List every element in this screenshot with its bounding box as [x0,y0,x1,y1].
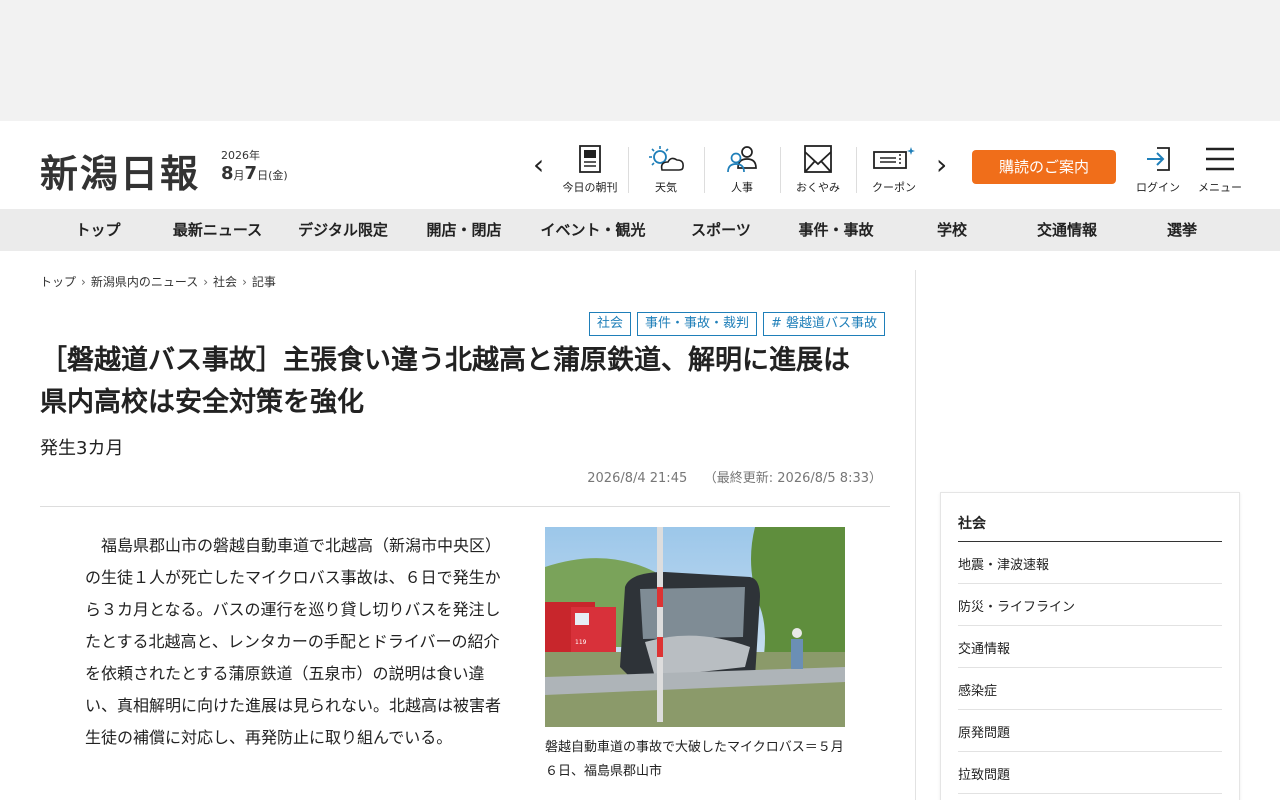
menu-button[interactable]: メニュー [1190,144,1250,195]
svg-text:119: 119 [575,639,587,646]
nav-events-tourism[interactable]: イベント・観光 [530,209,656,251]
breadcrumb-local-news[interactable]: 新潟県内のニュース [91,275,198,289]
nav-election[interactable]: 選挙 [1152,209,1212,251]
sidebar-item-traffic[interactable]: 交通情報 [958,626,1222,668]
breadcrumb-current: 記事 [251,275,276,289]
article-body: 福島県郡山市の磐越自動車道で北越高（新潟市中央区）の生徒１人が死亡したマイクロバ… [85,536,502,747]
date-monthday: 8月7日(金) [221,163,288,184]
nav-traffic[interactable]: 交通情報 [1022,209,1112,251]
nav-store-open-close[interactable]: 開店・閉店 [414,209,514,251]
nav-school[interactable]: 学校 [922,209,982,251]
header-date: 2026年 8月7日(金) [221,150,288,183]
sidebar-ad [940,270,1240,480]
newspaper-icon [579,145,601,173]
site-logo[interactable]: 新潟日報 [40,143,200,198]
coupon-link[interactable]: クーポン [856,144,932,195]
headline-divider [40,506,890,507]
breadcrumb: トップ › 新潟県内のニュース › 社会 › 記事 [40,275,276,289]
nav-sports[interactable]: スポーツ [676,209,766,251]
tag-incidents-trials[interactable]: 事件・事故・裁判 [636,312,757,336]
breadcrumb-top[interactable]: トップ [40,275,76,289]
photo-caption: 磐越自動車道の事故で大破したマイクロバス＝５月６日、福島県郡山市 [545,740,844,779]
obituary-link[interactable]: おくやみ [780,144,856,195]
article-date: 2026/8/4 21:45 （最終更新: 2026/8/5 8:33） [587,471,882,486]
people-icon [727,146,757,173]
nav-digital-only[interactable]: デジタル限定 [288,209,398,251]
tag-bus-accident[interactable]: # 磐越道バス事故 [762,312,885,336]
date-year: 2026年 [221,149,260,162]
login-button[interactable]: ログイン [1128,144,1188,195]
sidebar-item-infectious-disease[interactable]: 感染症 [958,668,1222,710]
crashed-bus-photo: 119 [545,527,845,727]
sidebar-item-earthquake[interactable]: 地震・津波速報 [958,542,1222,584]
article-tags: 社会 事件・事故・裁判 # 磐越道バス事故 [588,312,885,336]
breadcrumb-society[interactable]: 社会 [213,275,237,289]
icons-next-arrow[interactable]: › [936,151,947,179]
today-paper-link[interactable]: 今日の朝刊 [552,144,628,195]
weather-link[interactable]: 天気 [628,144,704,195]
article-subhead: 発生3カ月 [40,438,124,459]
sidebar-item-nuclear[interactable]: 原発問題 [958,710,1222,752]
nav-latest-news[interactable]: 最新ニュース [160,209,275,251]
hamburger-icon [1206,147,1234,171]
top-ad-banner [0,0,1280,121]
login-icon [1147,147,1170,171]
article-photo[interactable]: 119 [545,527,845,727]
column-divider [915,270,916,800]
envelope-icon [804,145,832,173]
personnel-link[interactable]: 人事 [704,144,780,195]
coupon-icon [873,147,915,169]
sidebar-title[interactable]: 社会 [958,513,1222,542]
sidebar-item-disaster-lifeline[interactable]: 防災・ライフライン [958,584,1222,626]
weather-icon [649,146,684,171]
icons-prev-arrow[interactable]: ‹ [533,151,544,179]
subscribe-button[interactable]: 購読のご案内 [972,150,1116,184]
site-header: 新潟日報 2026年 8月7日(金) ‹ 今日の朝刊 天気 人事 おくやみ クー… [0,121,1280,209]
nav-incidents[interactable]: 事件・事故 [786,209,886,251]
sidebar-category-box: 社会 地震・津波速報 防災・ライフライン 交通情報 感染症 原発問題 拉致問題 [940,492,1240,800]
nav-top[interactable]: トップ [58,209,138,251]
article-headline: ［磐越道バス事故］主張食い違う北越高と蒲原鉄道、解明に進展は 県内高校は安全対策… [40,345,850,418]
global-nav: トップ 最新ニュース デジタル限定 開店・閉店 イベント・観光 スポーツ 事件・… [0,209,1280,251]
tag-society[interactable]: 社会 [588,312,631,336]
sidebar-item-abduction[interactable]: 拉致問題 [958,752,1222,794]
